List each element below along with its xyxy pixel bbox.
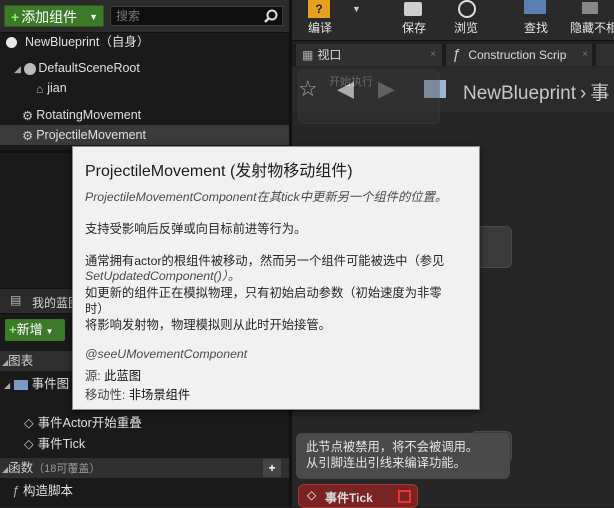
add-component-button[interactable]: + 添加组件 ▼: [4, 5, 104, 27]
new-button[interactable]: +新增 ▼: [5, 319, 65, 341]
scene-component-icon: [24, 62, 37, 75]
gear-icon: ⚙: [22, 108, 34, 123]
save-icon: [404, 2, 422, 16]
event-diamond-icon: ◇: [24, 416, 34, 430]
find-button[interactable]: 查找: [510, 0, 562, 40]
house-icon: ⌂: [36, 81, 44, 96]
tooltip-source: 源: 此蓝图: [85, 369, 142, 383]
hide-icon: [582, 2, 598, 14]
browse-button[interactable]: 浏览: [440, 0, 492, 40]
magnifier-icon: [458, 0, 476, 18]
close-icon: ×: [582, 49, 588, 60]
event-diamond-icon: ◇: [307, 488, 317, 502]
construction-script-item[interactable]: ƒ 构造脚本: [0, 481, 289, 501]
tree-item-jian[interactable]: ⌂ jian: [0, 78, 289, 98]
functions-section-header[interactable]: ◢函数（18可覆盖）: [0, 458, 289, 478]
search-input[interactable]: 搜索: [110, 6, 283, 26]
compile-warning-icon: ?: [308, 0, 330, 18]
tree-item-rotating-movement[interactable]: ⚙ RotatingMovement: [0, 105, 289, 125]
tree-item-projectile-movement[interactable]: ⚙ ProjectileMovement: [0, 125, 289, 145]
collapse-arrow-icon: ◢: [4, 381, 11, 390]
tab-construction-script[interactable]: ƒ Construction Scrip ×: [446, 44, 592, 66]
chevron-down-icon: ▼: [45, 327, 54, 336]
function-icon: ƒ: [12, 484, 19, 498]
sphere-icon: [6, 37, 17, 49]
event-diamond-icon: ◇: [24, 437, 34, 451]
graph-icon: [13, 379, 28, 390]
tab-viewport[interactable]: ▦ 视口 ×: [296, 44, 442, 66]
find-icon: [524, 0, 546, 14]
chevron-right-icon: ›: [580, 83, 587, 104]
compile-options-dropdown[interactable]: ▼: [352, 4, 361, 14]
hide-unrelated-button[interactable]: 隐藏不相: [566, 0, 614, 40]
close-icon: ×: [430, 49, 436, 60]
plus-icon: +: [11, 9, 20, 25]
function-icon: ƒ: [452, 46, 461, 63]
component-tooltip: ProjectileMovement (发射物移动组件) ProjectileM…: [72, 146, 480, 410]
disabled-node-comment: 此节点被禁用，将不会被调用。 从引脚连出引线来编译功能。: [296, 433, 510, 479]
gear-icon: ⚙: [22, 128, 34, 143]
chevron-down-icon: ▼: [89, 12, 98, 22]
exec-pin-icon[interactable]: [398, 490, 411, 503]
event-item-tick[interactable]: ◇ 事件Tick: [0, 434, 289, 454]
compile-button[interactable]: ? 编译: [294, 0, 346, 40]
save-button[interactable]: 保存: [388, 0, 440, 40]
plus-icon: +: [9, 322, 17, 337]
collapse-arrow-icon: ◢: [14, 64, 21, 74]
graph-node-faded[interactable]: 开始执行: [298, 70, 440, 124]
book-icon: ▤: [10, 293, 22, 307]
tree-item-default-scene-root[interactable]: ◢ DefaultSceneRoot: [0, 58, 289, 78]
add-function-button[interactable]: +: [263, 459, 281, 477]
blueprint-breadcrumb[interactable]: NewBlueprint › 事: [463, 78, 609, 105]
event-item-actor-overlap[interactable]: ◇ 事件Actor开始重叠: [0, 413, 289, 433]
viewport-icon: ▦: [302, 48, 314, 62]
tooltip-mobility: 移动性: 非场景组件: [85, 388, 191, 402]
tab-event-graph[interactable]: [596, 44, 614, 66]
tree-item-self[interactable]: NewBlueprint（自身）: [0, 32, 289, 52]
search-icon: [264, 9, 278, 23]
event-tick-node[interactable]: ◇ 事件Tick: [298, 484, 418, 508]
